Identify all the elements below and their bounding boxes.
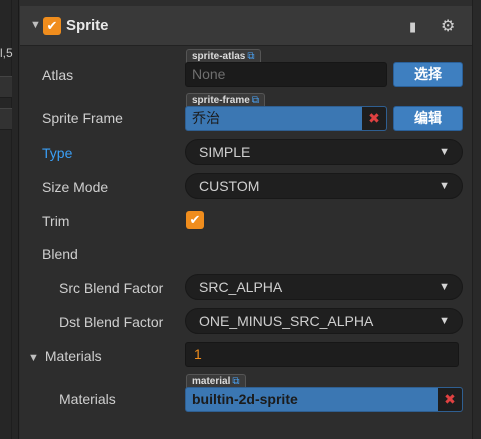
- blend-label: Blend: [42, 246, 78, 262]
- sprite-frame-tag[interactable]: sprite-frame ⧉: [186, 93, 265, 107]
- dst-blend-factor-select[interactable]: ONE_MINUS_SRC_ALPHA ▼: [185, 308, 463, 334]
- atlas-asset-field[interactable]: None: [185, 62, 387, 87]
- src-blend-factor-select[interactable]: SRC_ALPHA ▼: [185, 274, 463, 300]
- gutter-divider: [11, 0, 12, 439]
- help-book-icon[interactable]: ▮: [409, 19, 416, 35]
- component-title: Sprite: [66, 17, 109, 34]
- sprite-frame-asset-field[interactable]: 乔治 ✖: [185, 106, 387, 131]
- size-mode-select[interactable]: CUSTOM ▼: [185, 173, 463, 199]
- size-mode-select-value: CUSTOM: [199, 178, 260, 194]
- material-asset-value: builtin-2d-sprite: [192, 391, 298, 407]
- size-mode-label: Size Mode: [42, 179, 109, 195]
- chevron-down-icon: ▼: [439, 180, 450, 192]
- trim-label: Trim: [42, 213, 70, 229]
- sprite-frame-label: Sprite Frame: [42, 110, 123, 126]
- type-select-value: SIMPLE: [199, 144, 251, 160]
- materials-item-label: Materials: [59, 391, 116, 407]
- sprite-atlas-tag[interactable]: sprite-atlas ⧉: [186, 49, 261, 63]
- edit-sprite-frame-button[interactable]: 编辑: [393, 106, 463, 131]
- inspector-panel: ▼ ✔ Sprite ▮ ⚙ Atlas sprite-atlas ⧉ None …: [20, 0, 472, 439]
- sprite-frame-value: 乔治: [192, 110, 220, 126]
- clear-x-icon[interactable]: ✖: [438, 388, 462, 411]
- sprite-component-header[interactable]: ▼ ✔ Sprite ▮ ⚙: [20, 6, 472, 46]
- dst-blend-factor-label: Dst Blend Factor: [59, 314, 164, 330]
- component-enabled-checkbox[interactable]: ✔: [43, 17, 61, 35]
- type-label: Type: [42, 145, 73, 161]
- chevron-down-icon: ▼: [439, 281, 450, 293]
- gutter-menu-icon[interactable]: [0, 76, 12, 98]
- clear-x-icon[interactable]: ✖: [362, 107, 386, 130]
- material-tag[interactable]: material ⧉: [186, 374, 246, 388]
- material-tag-text: material: [192, 376, 231, 387]
- gutter-text: l,5: [0, 46, 13, 60]
- type-select[interactable]: SIMPLE ▼: [185, 139, 463, 165]
- external-link-icon[interactable]: ⧉: [252, 95, 259, 106]
- sprite-atlas-tag-text: sprite-atlas: [192, 51, 246, 62]
- external-link-icon[interactable]: ⧉: [247, 51, 254, 62]
- expand-triangle-icon[interactable]: ▼: [28, 352, 39, 364]
- select-atlas-button[interactable]: 选择: [393, 62, 463, 87]
- gutter-square-icon[interactable]: [0, 108, 12, 130]
- materials-group-label[interactable]: ▼ Materials: [28, 348, 102, 364]
- chevron-down-icon: ▼: [439, 146, 450, 158]
- external-link-icon[interactable]: ⧉: [232, 376, 239, 387]
- collapse-triangle-icon[interactable]: ▼: [30, 19, 41, 31]
- trim-checkbox[interactable]: ✔: [186, 211, 204, 229]
- gear-icon[interactable]: ⚙: [441, 16, 455, 36]
- materials-label-text: Materials: [44, 348, 102, 364]
- src-blend-factor-value: SRC_ALPHA: [199, 279, 283, 295]
- atlas-label: Atlas: [42, 67, 74, 83]
- dst-blend-factor-value: ONE_MINUS_SRC_ALPHA: [199, 313, 374, 329]
- chevron-down-icon: ▼: [439, 315, 450, 327]
- sprite-frame-tag-text: sprite-frame: [192, 95, 250, 106]
- material-asset-field[interactable]: builtin-2d-sprite ✖: [185, 387, 463, 412]
- vertical-scrollbar[interactable]: [472, 0, 481, 439]
- materials-count-field[interactable]: 1: [185, 342, 459, 367]
- src-blend-factor-label: Src Blend Factor: [59, 280, 164, 296]
- left-gutter: l,5: [0, 0, 19, 439]
